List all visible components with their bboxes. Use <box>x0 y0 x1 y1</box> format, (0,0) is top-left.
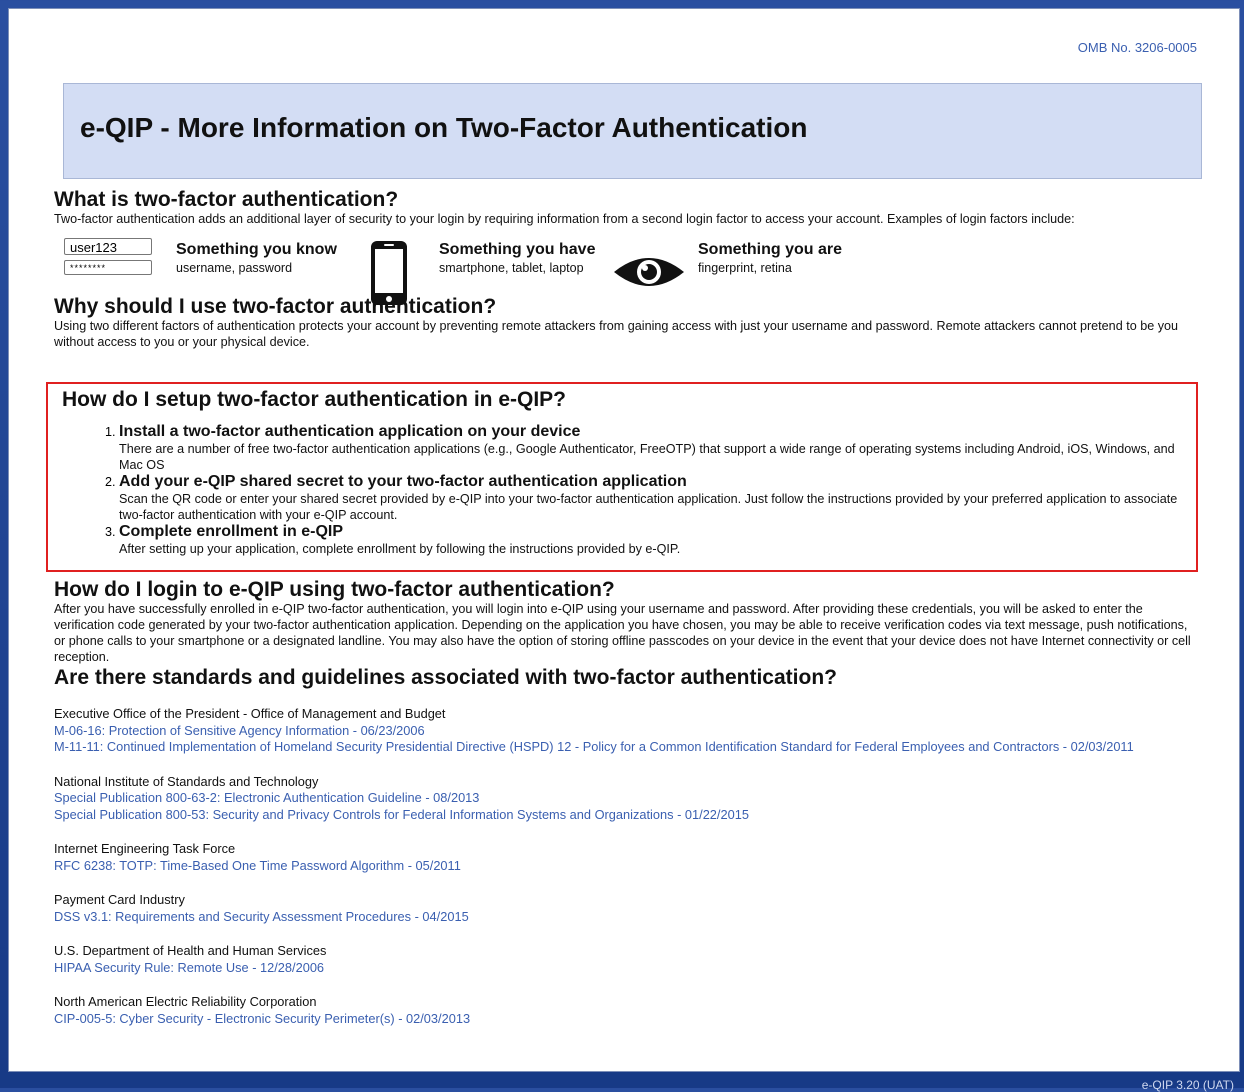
standards-link[interactable]: M-06-16: Protection of Sensitive Agency … <box>54 723 1194 740</box>
setup-step: Install a two-factor authentication appl… <box>119 423 1186 473</box>
login-factors: user123 ******** Something you know user… <box>54 230 1194 305</box>
step-desc: After setting up your application, compl… <box>119 542 681 556</box>
login-and-standards-section: How do I login to e-QIP using two-factor… <box>54 579 1194 1027</box>
step-desc: Scan the QR code or enter your shared se… <box>119 492 1178 522</box>
standards-link[interactable]: CIP-005-5: Cyber Security - Electronic S… <box>54 1011 1194 1028</box>
factor-have-title: Something you have <box>439 241 596 258</box>
standards-group: Payment Card Industry DSS v3.1: Requirem… <box>54 892 1194 925</box>
what-heading: What is two-factor authentication? <box>54 188 399 211</box>
step-desc: There are a number of free two-factor au… <box>119 442 1175 472</box>
setup-section-highlight: How do I setup two-factor authentication… <box>46 382 1198 572</box>
step-title: Install a two-factor authentication appl… <box>119 423 581 440</box>
setup-step: Add your e-QIP shared secret to your two… <box>119 473 1186 523</box>
omb-number: OMB No. 3206-0005 <box>1077 40 1197 55</box>
standards-link[interactable]: DSS v3.1: Requirements and Security Asse… <box>54 909 1194 926</box>
login-heading: How do I login to e-QIP using two-factor… <box>54 578 615 601</box>
factor-are-sub: fingerprint, retina <box>698 261 792 275</box>
sample-username-box: user123 <box>64 238 152 255</box>
what-text: Two-factor authentication adds an additi… <box>54 212 1075 226</box>
standards-org: Payment Card Industry <box>54 892 185 907</box>
factor-know-sub: username, password <box>176 261 293 275</box>
login-text: After you have successfully enrolled in … <box>54 602 1191 664</box>
standards-link[interactable]: M-11-11: Continued Implementation of Hom… <box>54 739 1194 756</box>
sample-credentials: user123 ******** <box>64 238 152 280</box>
page-title: e-QIP - More Information on Two-Factor A… <box>80 112 808 143</box>
setup-steps: Install a two-factor authentication appl… <box>62 423 1186 557</box>
intro-section: What is two-factor authentication? Two-f… <box>54 189 1194 350</box>
factor-are-title: Something you are <box>698 241 843 258</box>
standards-group: National Institute of Standards and Tech… <box>54 774 1194 824</box>
standards-group: Executive Office of the President - Offi… <box>54 706 1194 756</box>
factor-know-title: Something you know <box>176 241 337 258</box>
setup-step: Complete enrollment in e-QIP After setti… <box>119 523 1186 557</box>
why-heading: Why should I use two-factor authenticati… <box>54 295 497 318</box>
why-text: Using two different factors of authentic… <box>54 319 1179 349</box>
standards-org: North American Electric Reliability Corp… <box>54 994 317 1009</box>
standards-group: Internet Engineering Task Force RFC 6238… <box>54 841 1194 874</box>
standards-group: North American Electric Reliability Corp… <box>54 994 1194 1027</box>
standards-heading: Are there standards and guidelines assoc… <box>54 666 837 689</box>
standards-org: U.S. Department of Health and Human Serv… <box>54 943 327 958</box>
standards-link[interactable]: HIPAA Security Rule: Remote Use - 12/28/… <box>54 960 1194 977</box>
smartphone-icon <box>371 241 407 305</box>
setup-heading: How do I setup two-factor authentication… <box>62 388 566 411</box>
eye-icon <box>614 258 684 286</box>
title-banner: e-QIP - More Information on Two-Factor A… <box>63 83 1202 179</box>
sample-password-box: ******** <box>64 260 152 275</box>
step-title: Add your e-QIP shared secret to your two… <box>119 473 687 490</box>
standards-link[interactable]: RFC 6238: TOTP: Time-Based One Time Pass… <box>54 858 1194 875</box>
factor-have-sub: smartphone, tablet, laptop <box>439 261 584 275</box>
step-title: Complete enrollment in e-QIP <box>119 523 344 540</box>
standards-link[interactable]: Special Publication 800-53: Security and… <box>54 807 1194 824</box>
standards-org: Internet Engineering Task Force <box>54 841 236 856</box>
standards-org: Executive Office of the President - Offi… <box>54 706 446 721</box>
version-label: e-QIP 3.20 (UAT) <box>1141 1078 1234 1092</box>
standards-link[interactable]: Special Publication 800-63-2: Electronic… <box>54 790 1194 807</box>
standards-group: U.S. Department of Health and Human Serv… <box>54 943 1194 976</box>
standards-org: National Institute of Standards and Tech… <box>54 773 319 789</box>
